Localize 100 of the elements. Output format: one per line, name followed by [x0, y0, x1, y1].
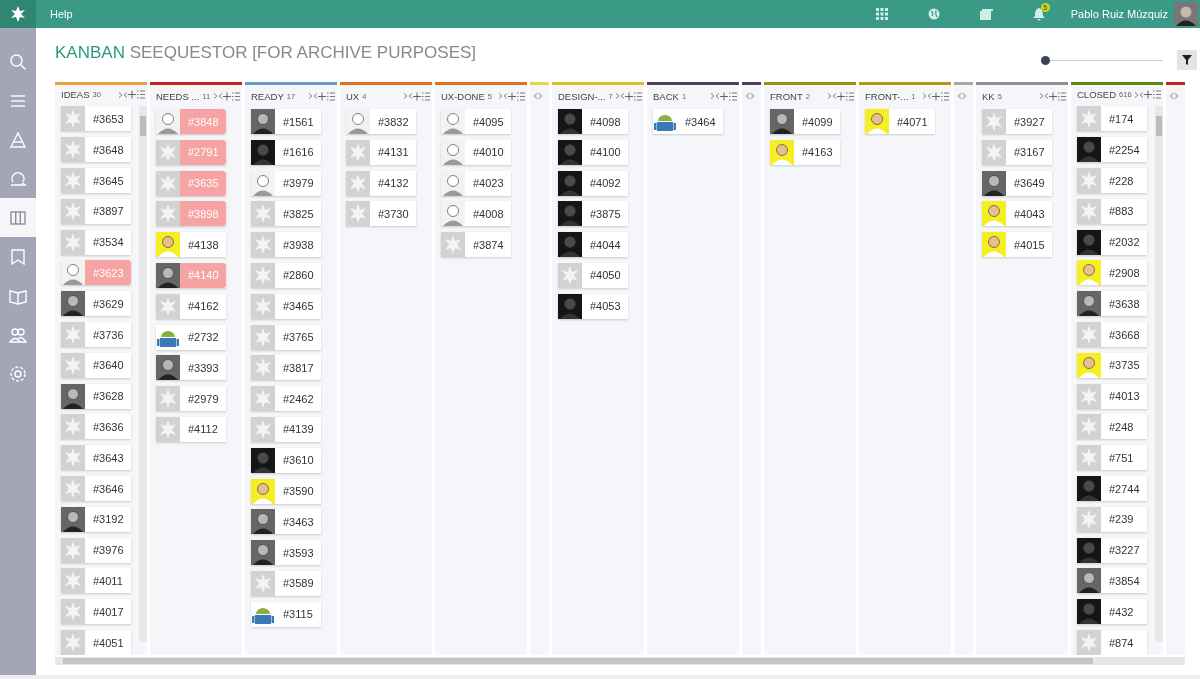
- issue-card[interactable]: #3648: [61, 137, 131, 163]
- issue-card[interactable]: #3646: [61, 476, 131, 501]
- issue-card[interactable]: #4132: [346, 170, 416, 196]
- issue-card[interactable]: #3765: [251, 324, 321, 350]
- issue-card[interactable]: #3115: [251, 601, 321, 627]
- issue-card[interactable]: #2462: [251, 386, 321, 412]
- issue-card[interactable]: #4131: [346, 139, 416, 165]
- issue-number: #3832: [377, 114, 410, 130]
- issue-card[interactable]: #3636: [61, 414, 131, 440]
- issue-card[interactable]: #3463: [251, 509, 321, 535]
- issue-card[interactable]: #3638: [1077, 291, 1147, 317]
- issue-card[interactable]: #4053: [558, 293, 628, 319]
- issue-card[interactable]: #3643: [61, 445, 131, 471]
- issue-card[interactable]: #3610: [251, 447, 321, 473]
- issue-card[interactable]: #3817: [251, 355, 321, 381]
- issue-card[interactable]: #4071: [865, 109, 935, 134]
- issue-number: #3927: [1013, 114, 1046, 130]
- issue-card[interactable]: #3668: [1077, 322, 1147, 348]
- issue-card[interactable]: #4098: [558, 109, 628, 134]
- issue-card[interactable]: #3875: [558, 201, 628, 227]
- issue-card[interactable]: #3628: [61, 383, 131, 409]
- issue-number: #3646: [92, 481, 125, 497]
- issue-card[interactable]: #3464: [653, 109, 723, 134]
- issue-card[interactable]: #1616: [251, 139, 321, 165]
- issue-card[interactable]: #883: [1077, 198, 1147, 224]
- issue-number: #3629: [92, 296, 125, 312]
- issue-card[interactable]: #3927: [982, 109, 1052, 134]
- issue-card[interactable]: #3938: [251, 232, 321, 258]
- issue-number: #3645: [92, 173, 125, 189]
- issue-card[interactable]: #4050: [558, 263, 628, 288]
- issue-card[interactable]: #239: [1077, 506, 1147, 532]
- issue-card[interactable]: #3854: [1077, 568, 1147, 594]
- issue-card[interactable]: #4112: [156, 416, 226, 442]
- issue-number: #4015: [1013, 237, 1046, 253]
- issue-card[interactable]: #3735: [1077, 352, 1147, 378]
- issue-card[interactable]: #3590: [251, 478, 321, 504]
- issue-card[interactable]: #2032: [1077, 229, 1147, 255]
- issue-card[interactable]: #3167: [982, 139, 1052, 165]
- issue-card[interactable]: #4092: [558, 170, 628, 196]
- issue-number: #248: [1108, 419, 1135, 435]
- issue-card[interactable]: #3736: [61, 322, 131, 348]
- issue-card[interactable]: #3393: [156, 355, 226, 381]
- issue-card[interactable]: #3730: [346, 201, 416, 227]
- issue-card[interactable]: #3653: [61, 106, 131, 132]
- issue-card[interactable]: #3825: [251, 201, 321, 227]
- issue-card[interactable]: #4011: [61, 568, 131, 594]
- issue-number: #4092: [589, 176, 622, 192]
- issue-card[interactable]: #1561: [251, 109, 321, 134]
- issue-card[interactable]: #2254: [1077, 137, 1147, 163]
- issue-number: #4010: [472, 145, 505, 161]
- issue-card[interactable]: #2860: [251, 263, 321, 288]
- issue-number: #3817: [282, 360, 315, 376]
- issue-card[interactable]: #4139: [251, 416, 321, 442]
- column-title: FRONT-...: [865, 90, 909, 102]
- issue-card[interactable]: #3979: [251, 170, 321, 196]
- issue-card[interactable]: #3465: [251, 293, 321, 319]
- issue-card[interactable]: #4163: [770, 139, 840, 165]
- issue-number: #3874: [472, 237, 505, 253]
- issue-card[interactable]: #432: [1077, 599, 1147, 625]
- issue-card[interactable]: #3227: [1077, 537, 1147, 563]
- issue-card[interactable]: #4013: [1077, 383, 1147, 409]
- project-title: SEEQUESTOR [FOR ARCHIVE PURPOSES]: [129, 43, 477, 62]
- issue-card[interactable]: #3640: [61, 352, 131, 378]
- issue-card[interactable]: #3976: [61, 537, 131, 563]
- issue-card[interactable]: #3589: [251, 570, 321, 596]
- issue-card[interactable]: #4095: [441, 109, 511, 134]
- issue-card[interactable]: #4099: [770, 109, 840, 134]
- issue-card[interactable]: #4044: [558, 232, 628, 258]
- issue-card[interactable]: #174: [1077, 106, 1147, 132]
- issue-card[interactable]: #3649: [982, 170, 1052, 196]
- issue-card[interactable]: #4162: [156, 293, 226, 319]
- issue-card[interactable]: #2732: [156, 324, 226, 350]
- issue-card[interactable]: #3593: [251, 540, 321, 566]
- issue-card[interactable]: #3534: [61, 229, 131, 255]
- issue-card[interactable]: #228: [1077, 168, 1147, 194]
- issue-card[interactable]: #4051: [61, 630, 131, 655]
- issue-card[interactable]: #248: [1077, 414, 1147, 440]
- issue-card[interactable]: #3832: [346, 109, 416, 134]
- issue-card[interactable]: #4043: [982, 201, 1052, 227]
- issue-number: #4139: [282, 422, 315, 438]
- issue-card[interactable]: #751: [1077, 445, 1147, 471]
- issue-number: #3167: [1013, 145, 1046, 161]
- issue-card[interactable]: #4023: [441, 170, 511, 196]
- issue-card[interactable]: #874: [1077, 630, 1147, 655]
- issue-card[interactable]: #3897: [61, 198, 131, 224]
- issue-card[interactable]: #3874: [441, 232, 511, 258]
- issue-card[interactable]: #4015: [982, 232, 1052, 258]
- issue-card[interactable]: #3629: [61, 291, 131, 317]
- issue-number: #4043: [1013, 206, 1046, 222]
- issue-card[interactable]: #4010: [441, 139, 511, 165]
- issue-number: #4131: [377, 145, 410, 161]
- issue-card[interactable]: #2979: [156, 386, 226, 412]
- issue-card[interactable]: #4100: [558, 139, 628, 165]
- issue-card[interactable]: #2908: [1077, 260, 1147, 286]
- issue-card[interactable]: #3192: [61, 506, 131, 532]
- issue-card[interactable]: #4008: [441, 201, 511, 227]
- issue-card[interactable]: #4017: [61, 599, 131, 625]
- issue-card[interactable]: #3645: [61, 168, 131, 194]
- issue-card[interactable]: #2744: [1077, 476, 1147, 501]
- issue-card[interactable]: #4138: [156, 232, 226, 258]
